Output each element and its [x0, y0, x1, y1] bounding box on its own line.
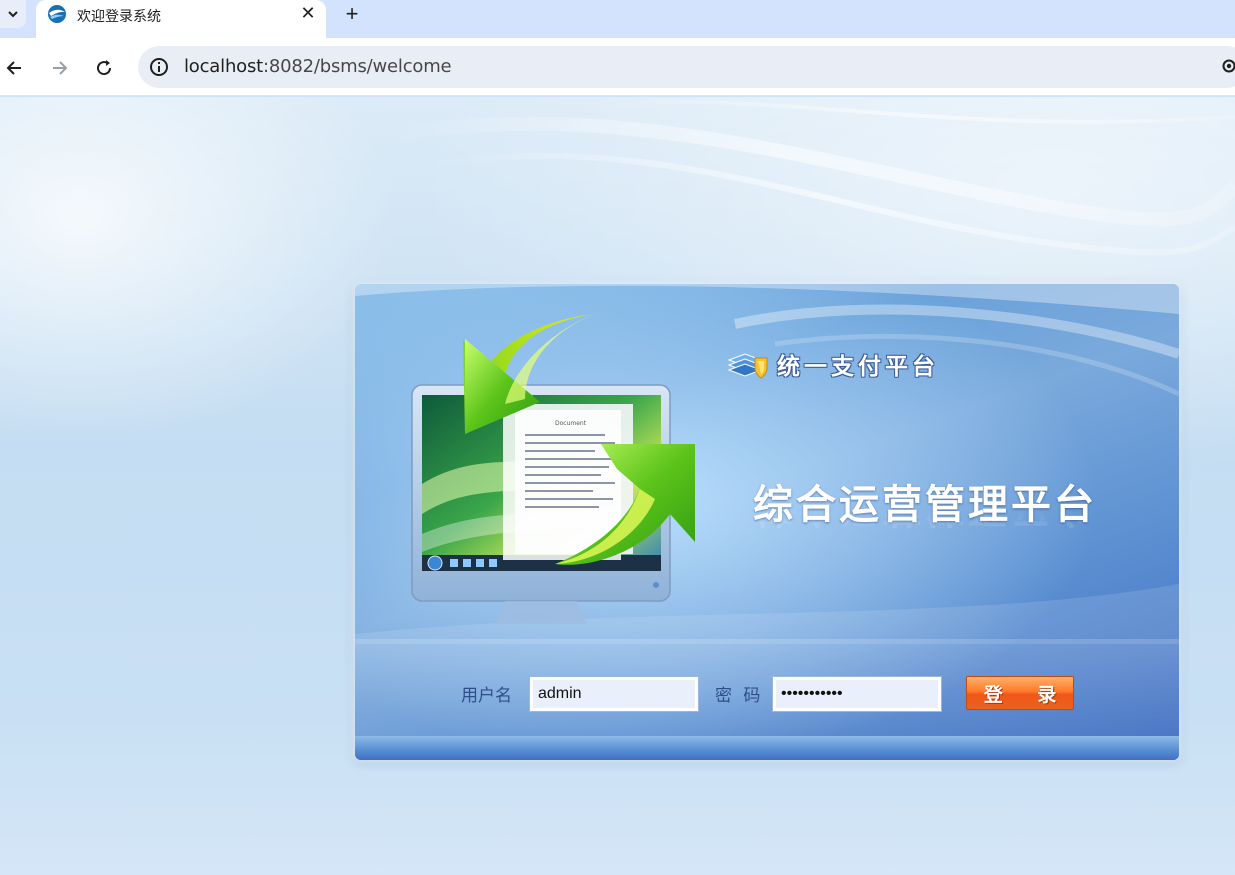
reload-button[interactable]	[90, 54, 118, 82]
tab-search-button[interactable]	[0, 0, 26, 28]
panel-bottom-bar	[355, 736, 1179, 760]
site-info-button[interactable]	[147, 55, 171, 79]
arrow-left-icon	[6, 61, 21, 75]
brand-header: 统一支付平台	[727, 346, 939, 382]
url-path: :8082/bsms/welcome	[263, 56, 452, 77]
brand-name: 统一支付平台	[777, 353, 939, 380]
password-label: 密 码	[715, 686, 764, 706]
new-tab-button[interactable]: +	[340, 1, 364, 26]
url-host: localhost	[184, 56, 263, 77]
tab-title: 欢迎登录系统	[77, 9, 161, 25]
tab-strip: 欢迎登录系统 ✕ +	[0, 0, 1235, 38]
info-icon	[150, 58, 168, 76]
shield-stack-logo-icon	[727, 353, 768, 379]
login-panel: Document 统一支付平台 综合运营管理平台 用户名 admin 密 码 •…	[355, 284, 1179, 760]
username-input[interactable]	[529, 676, 699, 712]
extension-icon[interactable]	[1222, 59, 1235, 73]
tab-close-icon[interactable]: ✕	[298, 3, 318, 23]
password-input[interactable]	[772, 676, 942, 712]
chevron-down-icon	[8, 11, 18, 18]
reload-icon	[97, 60, 112, 76]
monitor-doc-title: Document	[555, 420, 587, 427]
site-favicon-icon	[48, 5, 66, 23]
browser-tab-active[interactable]: 欢迎登录系统 ✕	[36, 0, 326, 38]
login-button[interactable]: 登 录	[966, 676, 1074, 710]
forward-button[interactable]	[45, 54, 73, 82]
address-bar[interactable]: localhost:8082/bsms/welcome	[138, 46, 1235, 88]
monitor-illustration: Document	[411, 384, 671, 624]
url-text: localhost:8082/bsms/welcome	[184, 56, 452, 77]
page-background: Document 统一支付平台 综合运营管理平台 用户名 admin 密 码 •…	[0, 97, 1235, 875]
browser-toolbar: localhost:8082/bsms/welcome	[0, 38, 1235, 96]
back-button[interactable]	[1, 54, 29, 82]
username-label: 用户名	[461, 686, 512, 706]
arrow-right-icon	[53, 61, 68, 75]
system-title-reflection: 综合运营管理平台	[753, 510, 1097, 540]
